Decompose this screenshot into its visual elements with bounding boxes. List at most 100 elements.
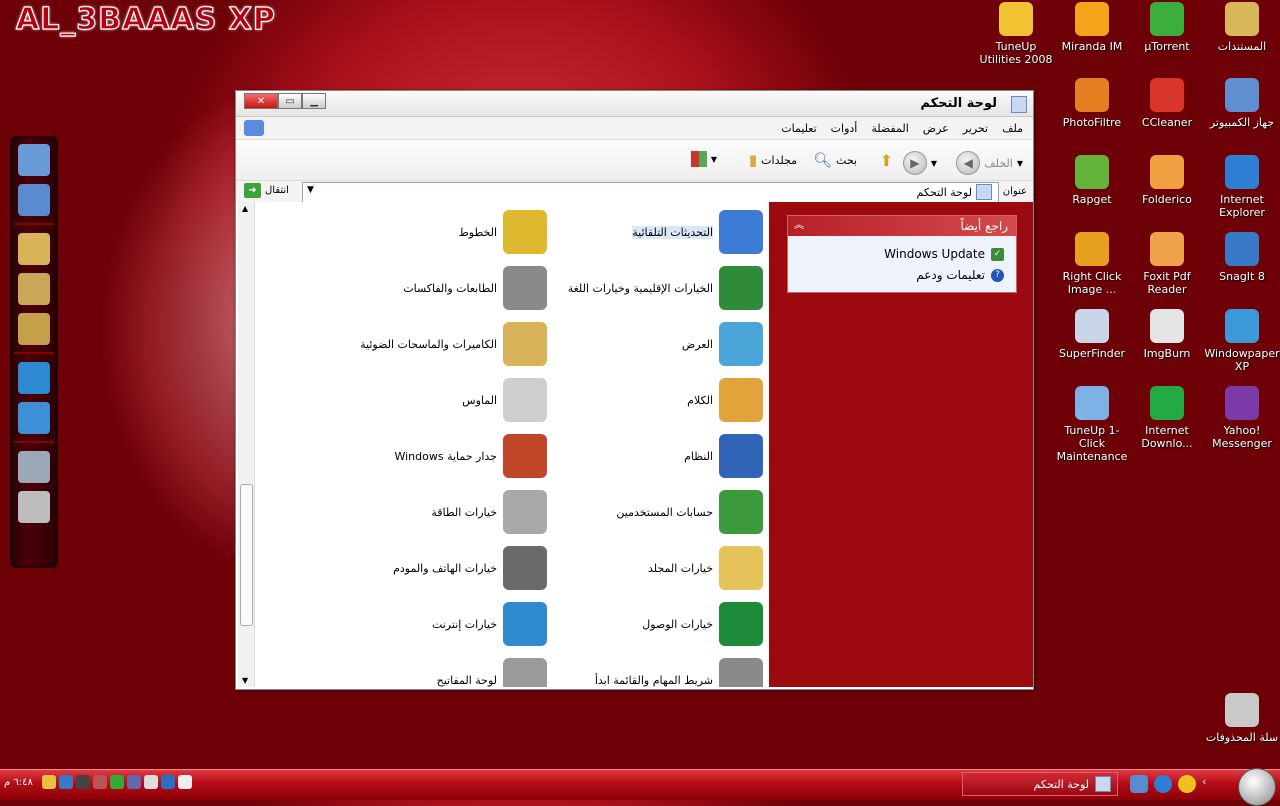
desktop-shortcut[interactable]: TuneUp 1-Click Maintenance xyxy=(1054,386,1130,463)
internet-options-icon xyxy=(503,602,547,646)
up-folder-button[interactable]: ⬆ xyxy=(880,151,893,170)
control-panel-item[interactable]: الماوس xyxy=(462,378,547,422)
control-panel-item[interactable]: Windows جدار حماية xyxy=(394,434,547,478)
views-dropdown-icon: ▼ xyxy=(710,154,717,164)
control-panel-item[interactable]: خيارات المجلد xyxy=(648,546,763,590)
settings-gear-icon[interactable] xyxy=(18,451,50,483)
desktop-shortcut[interactable]: Miranda IM xyxy=(1054,2,1130,53)
forward-button[interactable]: ▶ ▼ xyxy=(902,151,937,175)
search-button[interactable]: 🔍︎ بحث xyxy=(813,151,857,169)
tray-icon-7[interactable] xyxy=(143,775,158,789)
scroll-thumb[interactable] xyxy=(240,484,253,626)
recycle-bin-icon[interactable] xyxy=(18,491,50,523)
start-button[interactable] xyxy=(1238,768,1276,806)
scroll-down-icon[interactable]: ▼ xyxy=(242,676,248,685)
see-also-header[interactable]: راجع أيضاً ︽ xyxy=(788,216,1016,236)
media-player-icon[interactable] xyxy=(18,402,50,434)
desktop-shortcut[interactable]: Yahoo! Messenger xyxy=(1204,386,1280,450)
photofiltre-icon xyxy=(1075,78,1109,112)
control-panel-item[interactable]: خيارات إنترنت xyxy=(432,602,547,646)
tray-icon-4[interactable] xyxy=(92,775,107,789)
maximize-button[interactable]: ▭ xyxy=(278,93,302,109)
pictures-icon[interactable] xyxy=(18,313,50,345)
desktop-shortcut[interactable]: Folderico xyxy=(1129,155,1205,206)
tray-icon-1[interactable] xyxy=(41,775,56,789)
desktop-icon[interactable] xyxy=(18,184,50,216)
my-computer-icon[interactable] xyxy=(18,144,50,176)
control-panel-item[interactable]: الكاميرات والماسحات الضوئية xyxy=(360,322,547,366)
menu-item[interactable]: ملف xyxy=(1002,122,1023,135)
desktop-shortcut[interactable]: µTorrent xyxy=(1129,2,1205,53)
desktop-shortcut[interactable]: SuperFinder xyxy=(1054,309,1130,360)
control-panel-item[interactable]: الطابعات والفاكسات xyxy=(403,266,547,310)
desktop-shortcut[interactable]: ImgBurn xyxy=(1129,309,1205,360)
library-icon[interactable] xyxy=(18,233,50,265)
scroll-up-icon[interactable]: ▲ xyxy=(242,204,248,213)
quick-launch-show-desktop-icon[interactable] xyxy=(1130,775,1148,793)
close-button[interactable]: ✕ xyxy=(244,93,278,109)
desktop-shortcut[interactable]: Internet Explorer xyxy=(1204,155,1280,219)
control-panel-item[interactable]: لوحة المفاتيح xyxy=(437,658,547,687)
desktop-shortcut[interactable]: Foxit Pdf Reader xyxy=(1129,232,1205,296)
menu-item[interactable]: أدوات xyxy=(831,122,858,135)
control-panel-item[interactable]: خيارات الهاتف والمودم xyxy=(393,546,547,590)
desktop-shortcut[interactable]: SnagIt 8 xyxy=(1204,232,1280,283)
desktop-shortcut[interactable]: PhotoFiltre xyxy=(1054,78,1130,129)
quick-launch-messenger-icon[interactable] xyxy=(1178,775,1196,793)
desktop-shortcut-label: CCleaner xyxy=(1141,116,1193,129)
desktop-shortcut[interactable]: Windowpaper XP xyxy=(1204,309,1280,373)
control-panel-item[interactable]: خيارات الوصول xyxy=(642,602,763,646)
folders-button[interactable]: ▮ مجلدات xyxy=(749,151,797,169)
windows-update-link[interactable]: Windows Update ✓ xyxy=(788,242,1016,263)
control-panel-item[interactable]: التحديثات التلقائية xyxy=(632,210,763,254)
tray-icon-5[interactable] xyxy=(109,775,124,789)
menu-item[interactable]: تحرير xyxy=(963,122,988,135)
control-panel-item[interactable]: خيارات الطاقة xyxy=(431,490,547,534)
tray-icon-8[interactable] xyxy=(160,775,175,789)
control-panel-item-label: شريط المهام والقائمة ابدأ xyxy=(594,673,713,687)
address-dropdown-icon[interactable]: ▼ xyxy=(307,185,314,195)
control-panel-item[interactable]: النظام xyxy=(684,434,763,478)
menu-item[interactable]: المفضلة xyxy=(871,122,908,135)
minimize-button[interactable]: ▁ xyxy=(302,93,326,109)
control-panel-item[interactable]: شريط المهام والقائمة ابدأ xyxy=(595,658,763,687)
desktop-shortcut[interactable]: CCleaner xyxy=(1129,78,1205,129)
yahoo-messenger-icon xyxy=(1225,386,1259,420)
quick-launch-ie-icon[interactable] xyxy=(1154,775,1172,793)
control-panel-item[interactable]: الخيارات الإقليمية وخيارات اللغة xyxy=(568,266,763,310)
tray-icon-3[interactable] xyxy=(75,775,90,789)
views-button[interactable]: ▼ xyxy=(690,151,717,167)
desktop-shortcut[interactable]: جهاز الكمبيوتر xyxy=(1204,78,1280,129)
forward-arrow-icon: ▶ xyxy=(902,151,927,175)
control-panel-item[interactable]: حسابات المستخدمين xyxy=(616,490,763,534)
control-panel-item[interactable]: الخطوط xyxy=(459,210,547,254)
desktop-shortcut[interactable]: Rapget xyxy=(1054,155,1130,206)
tuneup-utilities-icon xyxy=(999,2,1033,36)
taskbar: ٦:٤٨ م لوحة التحكم ‹ xyxy=(0,768,1280,806)
help-support-link[interactable]: تعليمات ودعم ? xyxy=(788,263,1016,284)
vertical-scrollbar[interactable]: ▲ ▼ xyxy=(238,202,255,687)
tray-icon-9[interactable] xyxy=(177,775,192,789)
taskbar-button-control-panel[interactable]: لوحة التحكم xyxy=(962,772,1118,796)
menu-item[interactable]: تعليمات xyxy=(781,122,816,135)
back-button[interactable]: ◀ الخلف ▼ xyxy=(956,151,1023,175)
menu-item[interactable]: عرض xyxy=(923,122,949,135)
desktop-shortcut[interactable]: Right Click Image ... xyxy=(1054,232,1130,296)
desktop-shortcut[interactable]: المستندات xyxy=(1204,2,1280,53)
globe-icon[interactable] xyxy=(18,362,50,394)
address-input[interactable]: ▼ لوحة التحكم xyxy=(302,182,999,203)
go-button[interactable]: ➜ انتقال xyxy=(244,183,289,198)
dock-separator xyxy=(14,352,54,354)
desktop-shortcut[interactable]: TuneUp Utilities 2008 xyxy=(978,2,1054,66)
keyboard-icon xyxy=(503,658,547,687)
desktop-shortcut[interactable]: Internet Downlo... xyxy=(1129,386,1205,450)
control-panel-item[interactable]: الكلام xyxy=(687,378,763,422)
documents-icon[interactable] xyxy=(18,273,50,305)
tray-icon-2[interactable] xyxy=(58,775,73,789)
desktop-shortcut[interactable]: سلة المحذوفات xyxy=(1204,693,1280,744)
tray-icon-6[interactable] xyxy=(126,775,141,789)
control-panel-item[interactable]: العرض xyxy=(682,322,763,366)
collapse-chevron-icon[interactable]: ︽ xyxy=(794,216,804,236)
control-panel-item-label: خيارات الهاتف والمودم xyxy=(393,561,497,575)
quick-launch-arrow-icon[interactable]: ‹ xyxy=(1202,775,1220,793)
